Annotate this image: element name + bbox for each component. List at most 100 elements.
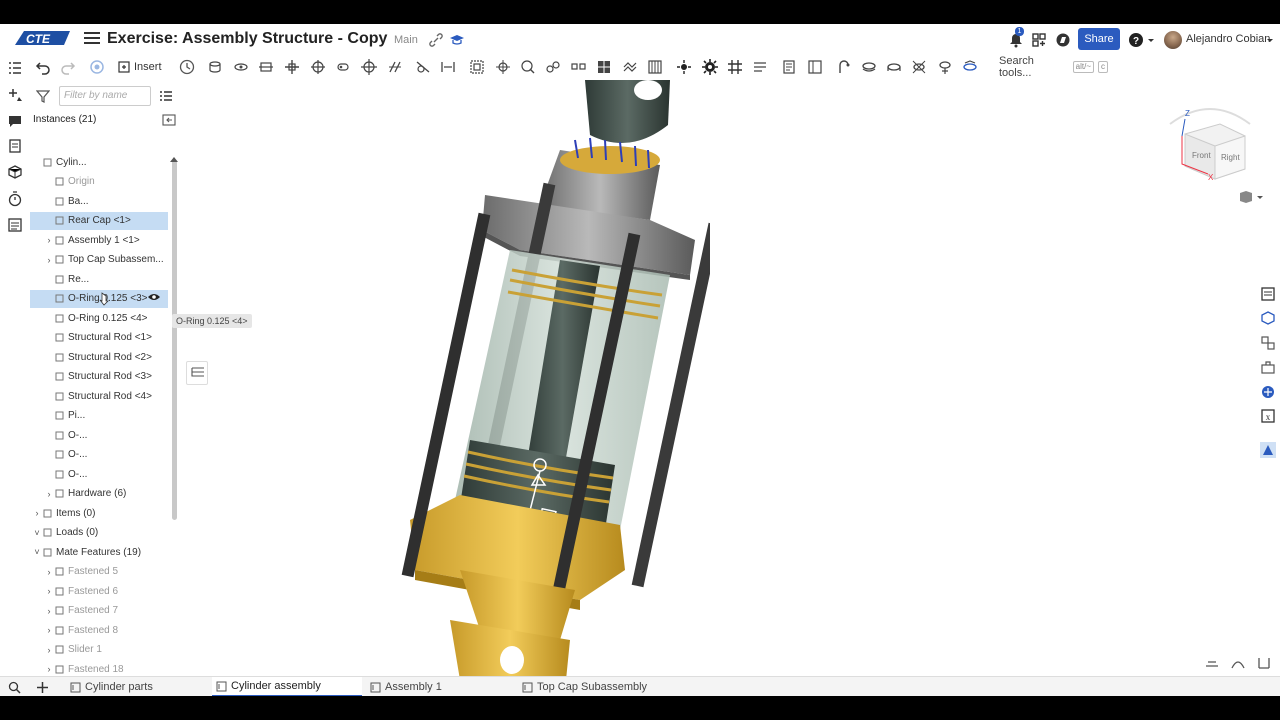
instance-row[interactable]: › Assembly 1 <1> xyxy=(30,231,168,249)
link-icon[interactable] xyxy=(428,32,444,48)
variable-studio-icon[interactable]: x xyxy=(1260,408,1276,424)
view-options-icon[interactable] xyxy=(1238,190,1264,204)
insert-button[interactable]: Insert xyxy=(118,58,162,76)
properties-panel-icon[interactable] xyxy=(1260,286,1276,302)
instance-row[interactable]: Pi... xyxy=(30,407,168,425)
simulation-icon[interactable] xyxy=(676,59,692,75)
add-tab-icon[interactable] xyxy=(36,681,49,694)
parallel-mate-icon[interactable] xyxy=(387,59,403,75)
filter-icon[interactable] xyxy=(36,89,50,103)
fastened-mate-icon[interactable] xyxy=(207,59,223,75)
user-name[interactable]: Alejandro Cobian xyxy=(1186,33,1270,45)
parts-icon[interactable] xyxy=(7,164,23,180)
measure-icon[interactable] xyxy=(836,59,852,75)
document-title[interactable]: Exercise: Assembly Structure - Copy xyxy=(107,30,387,48)
ball-mate-icon[interactable] xyxy=(361,59,377,75)
redo-icon[interactable] xyxy=(60,59,76,75)
flat-view-icon[interactable] xyxy=(1204,656,1220,670)
instance-row[interactable]: › Slider 1 xyxy=(30,641,168,659)
tab-search-icon[interactable] xyxy=(8,681,21,694)
collapse-panel-button[interactable] xyxy=(186,361,208,385)
view-cube[interactable]: Front Right Z X xyxy=(1160,94,1260,184)
help-icon[interactable]: ? xyxy=(1128,32,1144,48)
chevron-right-icon[interactable]: › xyxy=(44,664,54,674)
instance-row[interactable]: › Top Cap Subassem... xyxy=(30,251,168,269)
instance-row[interactable]: Structural Rod <3> xyxy=(30,368,168,386)
help-dropdown-icon[interactable] xyxy=(1147,32,1155,48)
instance-row[interactable]: Rear Cap <1> xyxy=(30,211,168,230)
appearance-active-icon[interactable] xyxy=(1260,442,1276,458)
search-tools-input[interactable]: Search tools... alt/~ c xyxy=(994,55,1108,79)
gear-relation-icon[interactable] xyxy=(545,59,561,75)
variables-icon[interactable] xyxy=(807,59,823,75)
instance-row[interactable]: Structural Rod <1> xyxy=(30,329,168,347)
insert-instance-icon[interactable] xyxy=(162,114,176,126)
orbit-view-icon[interactable] xyxy=(1230,656,1246,670)
mate-connector-icon[interactable] xyxy=(495,59,511,75)
instance-row[interactable]: › Fastened 8 xyxy=(30,621,168,639)
instance-row[interactable]: › Fastened 6 xyxy=(30,582,168,600)
chevron-right-icon[interactable]: › xyxy=(44,489,54,499)
bom-icon[interactable] xyxy=(781,59,797,75)
chevron-right-icon[interactable]: › xyxy=(44,586,54,596)
instance-row[interactable]: ˅ Mate Features (19) xyxy=(30,543,168,561)
learning-icon[interactable] xyxy=(449,32,465,48)
instance-row[interactable]: › Fastened 5 xyxy=(30,563,168,581)
chevron-right-icon[interactable]: › xyxy=(32,508,42,518)
menu-icon[interactable] xyxy=(84,32,100,46)
instance-row[interactable]: O-... xyxy=(30,465,168,483)
view-cube-front-label[interactable]: Front xyxy=(1192,151,1211,160)
replicate-icon[interactable] xyxy=(622,59,638,75)
grid-view-icon[interactable] xyxy=(1256,656,1272,670)
assembly-model-render[interactable] xyxy=(400,80,710,680)
configurations-panel-icon[interactable] xyxy=(1260,335,1276,351)
instance-row[interactable]: › Items (0) xyxy=(30,504,168,522)
feature-list-icon[interactable] xyxy=(7,60,23,76)
tangent-mate-icon[interactable] xyxy=(415,59,431,75)
app-store-icon[interactable] xyxy=(1031,32,1047,48)
comments-icon[interactable] xyxy=(7,113,23,129)
rotate-icon[interactable] xyxy=(962,59,978,75)
pin-slot-mate-icon[interactable] xyxy=(335,59,351,75)
instance-row[interactable]: ˅ Loads (0) xyxy=(30,524,168,542)
visibility-eye-icon[interactable] xyxy=(148,292,160,302)
properties-icon[interactable] xyxy=(752,59,768,75)
ring-icon[interactable] xyxy=(861,59,877,75)
render-studio-icon[interactable] xyxy=(1260,384,1276,400)
width-mate-icon[interactable] xyxy=(440,59,456,75)
instance-row[interactable]: O-... xyxy=(30,446,168,464)
chevron-down-icon[interactable]: ˅ xyxy=(32,547,42,557)
chevron-right-icon[interactable]: › xyxy=(44,235,54,245)
instances-header[interactable]: Instances (21) xyxy=(33,114,96,125)
notes-icon[interactable] xyxy=(7,138,23,154)
instance-row[interactable]: Origin xyxy=(30,173,168,191)
instance-row[interactable]: Structural Rod <4> xyxy=(30,387,168,405)
relation-icon[interactable] xyxy=(520,59,536,75)
avatar[interactable] xyxy=(1164,31,1182,49)
appearance-panel-icon[interactable] xyxy=(1260,310,1276,326)
cross-section-icon[interactable] xyxy=(911,59,927,75)
tab-1[interactable]: Cylinder parts xyxy=(66,677,206,696)
list-view-icon[interactable] xyxy=(160,90,172,102)
panel-scrollbar[interactable] xyxy=(172,160,177,520)
linear-pattern-icon[interactable] xyxy=(571,59,587,75)
undo-icon[interactable] xyxy=(35,59,51,75)
chevron-down-icon[interactable]: ˅ xyxy=(32,528,42,538)
section-view-icon[interactable] xyxy=(647,59,663,75)
instance-row[interactable]: › Fastened 7 xyxy=(30,602,168,620)
flexible-icon[interactable] xyxy=(937,59,953,75)
chevron-right-icon[interactable]: › xyxy=(44,255,54,265)
regenerate-icon[interactable] xyxy=(89,59,105,75)
branch-label[interactable]: Main xyxy=(394,34,418,46)
explode-view-icon[interactable] xyxy=(596,59,612,75)
cylindrical-mate-icon[interactable] xyxy=(310,59,326,75)
chevron-right-icon[interactable]: › xyxy=(44,567,54,577)
tab-3[interactable]: Assembly 1 xyxy=(366,677,506,696)
learning-center-icon[interactable] xyxy=(1055,32,1071,48)
chevron-right-icon[interactable]: › xyxy=(44,606,54,616)
instance-row[interactable]: Ba... xyxy=(30,192,168,210)
revolute-mate-icon[interactable] xyxy=(233,59,249,75)
chevron-right-icon[interactable]: › xyxy=(44,625,54,635)
instance-row[interactable]: Re... xyxy=(30,270,168,288)
user-dropdown-icon[interactable] xyxy=(1266,32,1274,48)
